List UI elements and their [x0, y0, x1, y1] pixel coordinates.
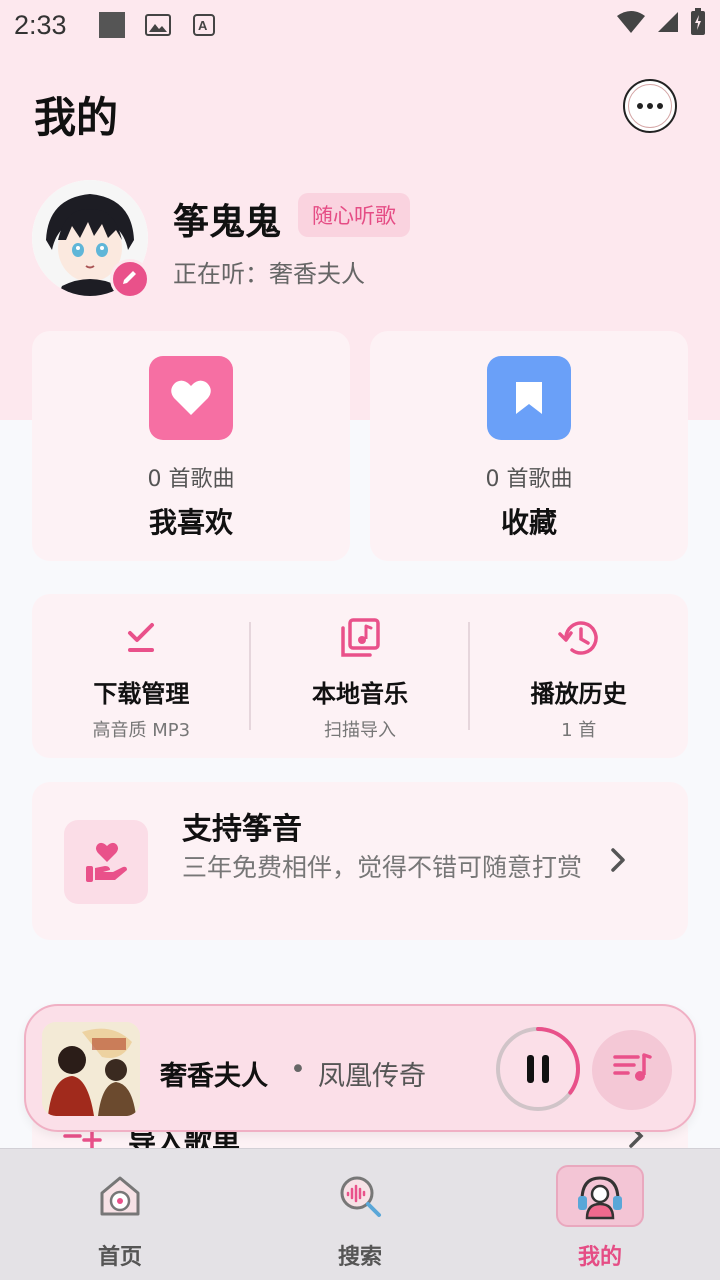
play-history-item[interactable]: 播放历史 1 首 [469, 594, 688, 758]
divider [468, 622, 470, 730]
search-wave-icon [316, 1165, 404, 1227]
favorites-label: 我喜欢 [148, 506, 233, 539]
download-manager-label: 下载管理 [93, 680, 190, 708]
pause-icon [527, 1055, 549, 1083]
pencil-icon [120, 267, 140, 291]
support-card[interactable]: 支持筝音 三年免费相伴，觉得不错可随意打赏 [32, 782, 688, 940]
square-icon [97, 10, 127, 40]
mini-player[interactable]: 奢香夫人 • 凤凰传奇 [24, 1004, 696, 1132]
home-record-icon [76, 1165, 164, 1227]
hand-heart-icon [64, 820, 148, 904]
now-playing-text: 正在听：奢香夫人 [173, 260, 365, 288]
history-icon [557, 616, 601, 660]
nav-mine[interactable]: 我的 [480, 1149, 720, 1280]
download-check-icon [119, 616, 163, 660]
status-time: 2:33 [14, 9, 67, 40]
collection-card[interactable]: 0 首歌曲 收藏 [370, 331, 688, 561]
download-manager-item[interactable]: 下载管理 高音质 MP3 [32, 594, 251, 758]
user-name: 筝鬼鬼 [173, 202, 282, 243]
status-bar: 2:33 A [0, 0, 720, 50]
wifi-icon [616, 10, 646, 41]
signal-icon [656, 10, 680, 41]
favorites-count: 0 首歌曲 [147, 467, 235, 492]
play-history-sub: 1 首 [561, 720, 597, 741]
play-history-label: 播放历史 [530, 680, 627, 708]
nav-mine-label: 我的 [577, 1245, 622, 1270]
local-music-label: 本地音乐 [312, 680, 408, 708]
bookmark-icon [487, 356, 571, 440]
download-manager-sub: 高音质 MP3 [92, 720, 191, 741]
svg-text:A: A [198, 18, 208, 33]
image-icon [143, 10, 173, 40]
song-artist: 凤凰传奇 [318, 1061, 426, 1092]
music-library-icon [338, 616, 382, 660]
local-music-sub: 扫描导入 [324, 720, 396, 741]
bottom-nav: 首页 搜索 我的 [0, 1148, 720, 1280]
collection-label: 收藏 [500, 506, 557, 539]
album-cover[interactable] [42, 1022, 140, 1116]
playlist-queue-icon [612, 1051, 652, 1089]
support-title: 支持筝音 [182, 812, 302, 847]
more-button[interactable] [623, 79, 677, 133]
support-description: 三年免费相伴，觉得不错可随意打赏 [182, 853, 583, 882]
nav-search-label: 搜索 [337, 1245, 382, 1270]
headphone-user-icon [556, 1165, 644, 1227]
local-music-item[interactable]: 本地音乐 扫描导入 [251, 594, 470, 758]
favorites-card[interactable]: 0 首歌曲 我喜欢 [32, 331, 350, 561]
page-title: 我的 [34, 93, 119, 142]
pause-button[interactable] [493, 1024, 583, 1114]
divider [249, 622, 251, 730]
nav-home-label: 首页 [97, 1245, 142, 1270]
more-horizontal-icon [628, 84, 672, 128]
collection-count: 0 首歌曲 [485, 467, 573, 492]
song-title: 奢香夫人 [160, 1061, 268, 1092]
chevron-right-icon [604, 846, 632, 874]
heart-icon [149, 356, 233, 440]
nav-home[interactable]: 首页 [0, 1149, 240, 1280]
nav-search[interactable]: 搜索 [240, 1149, 480, 1280]
user-tag-badge: 随心听歌 [298, 193, 410, 237]
playlist-button[interactable] [592, 1030, 672, 1110]
font-icon: A [189, 10, 219, 40]
battery-icon [690, 8, 706, 43]
tools-card: 下载管理 高音质 MP3 本地音乐 扫描导入 播放历史 1 首 [32, 594, 688, 758]
edit-profile-button[interactable] [110, 259, 150, 299]
song-separator: • [290, 1054, 306, 1085]
